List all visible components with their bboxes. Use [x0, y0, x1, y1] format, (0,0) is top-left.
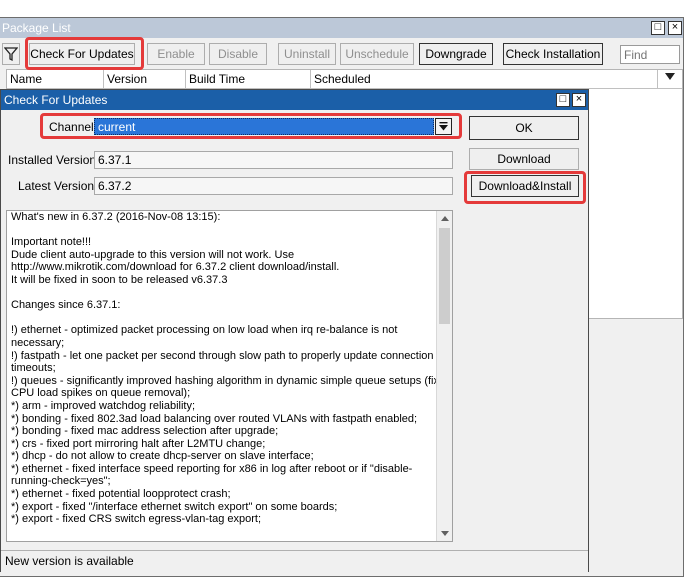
filter-icon [3, 47, 19, 62]
release-note-line: *) ethernet - fixed potential loopprotec… [11, 488, 231, 501]
uninstall-button[interactable]: Uninstall [278, 43, 336, 65]
close-icon[interactable]: × [668, 21, 682, 35]
installed-version-field: 6.37.1 [94, 151, 453, 169]
column-menu-icon[interactable] [665, 73, 675, 80]
scroll-thumb[interactable] [439, 228, 450, 324]
unschedule-button[interactable]: Unschedule [340, 43, 414, 65]
column-header-scheduled[interactable]: Scheduled [311, 70, 658, 88]
release-note-line: It will be fixed in soon to be released … [11, 273, 228, 286]
ok-button[interactable]: OK [469, 116, 579, 140]
dialog-titlebar: Check For Updates [1, 90, 588, 110]
column-header-build-time[interactable]: Build Time [186, 70, 311, 88]
release-note-line: *) export - fixed "/interface ethernet s… [11, 500, 338, 513]
release-note-line: *) bonding - fixed 802.3ad load balancin… [11, 412, 418, 425]
release-note-line: CPU load spikes on queue removal); [11, 387, 191, 400]
check-for-updates-dialog: Check For Updates □ × Channel: current I… [0, 89, 589, 572]
highlight-channel [40, 113, 462, 139]
filter-button[interactable] [2, 43, 20, 65]
check-installation-button[interactable]: Check Installation [503, 43, 603, 65]
dialog-close-icon[interactable]: × [572, 93, 586, 107]
package-list-title: Package List [2, 21, 71, 35]
release-note-line [11, 287, 431, 300]
release-note-line: !) queues - significantly improved hashi… [11, 374, 451, 387]
release-notes-area[interactable]: What's new in 6.37.2 (2016-Nov-08 13:15)… [6, 210, 453, 542]
release-notes-text: What's new in 6.37.2 (2016-Nov-08 13:15)… [11, 211, 451, 526]
downgrade-button[interactable]: Downgrade [419, 43, 493, 65]
release-note-line: Dude client auto-upgrade to this version… [11, 248, 295, 261]
release-note-line: http://www.mikrotik.com/download for 6.3… [11, 261, 340, 274]
release-note-line: !) ethernet - optimized packet processin… [11, 324, 398, 337]
release-note-line: *) dhcp - do not allow to create dhcp-se… [11, 450, 314, 463]
latest-version-label: Latest Version: [18, 179, 98, 193]
maximize-icon[interactable]: □ [651, 21, 665, 35]
release-note-line [11, 312, 431, 325]
installed-version-label: Installed Version: [8, 153, 100, 167]
release-note-line: What's new in 6.37.2 (2016-Nov-08 13:15)… [11, 211, 221, 223]
release-note-line [11, 224, 431, 237]
release-note-line: *) ethernet - fixed interface speed repo… [11, 462, 413, 475]
release-note-line: *) bonding - fixed mac address selection… [11, 425, 279, 438]
disable-button[interactable]: Disable [209, 43, 267, 65]
highlight-check-for-updates [25, 37, 144, 70]
dialog-title: Check For Updates [4, 93, 108, 107]
scroll-up-icon[interactable] [441, 216, 449, 221]
highlight-download-install [464, 171, 586, 204]
dialog-maximize-icon[interactable]: □ [556, 93, 570, 107]
enable-button[interactable]: Enable [147, 43, 205, 65]
status-text: New version is available [5, 554, 134, 568]
download-button[interactable]: Download [469, 148, 579, 170]
release-note-line: *) export - fixed CRS switch egress-vlan… [11, 513, 262, 526]
release-note-line: Changes since 6.37.1: [11, 299, 121, 312]
notes-scrollbar[interactable] [436, 211, 452, 541]
package-list-titlebar: Package List [0, 18, 683, 38]
release-note-line: !) fastpath - let one packet per second … [11, 349, 434, 362]
column-header-version[interactable]: Version [104, 70, 186, 88]
release-note-line: running-check=yes"; [11, 475, 111, 488]
release-note-line: Important note!!! [11, 236, 92, 249]
column-header-name[interactable]: Name [7, 70, 104, 88]
find-input[interactable] [620, 45, 680, 64]
release-note-line: *) crs - fixed port mirroring halt after… [11, 437, 266, 450]
status-bar: New version is available [1, 550, 588, 572]
scroll-down-icon[interactable] [441, 531, 449, 536]
release-note-line: timeouts; [11, 362, 56, 375]
release-note-line: *) arm - improved watchdog reliability; [11, 399, 196, 412]
latest-version-field: 6.37.2 [94, 177, 453, 195]
release-note-line: necessary; [11, 336, 65, 349]
